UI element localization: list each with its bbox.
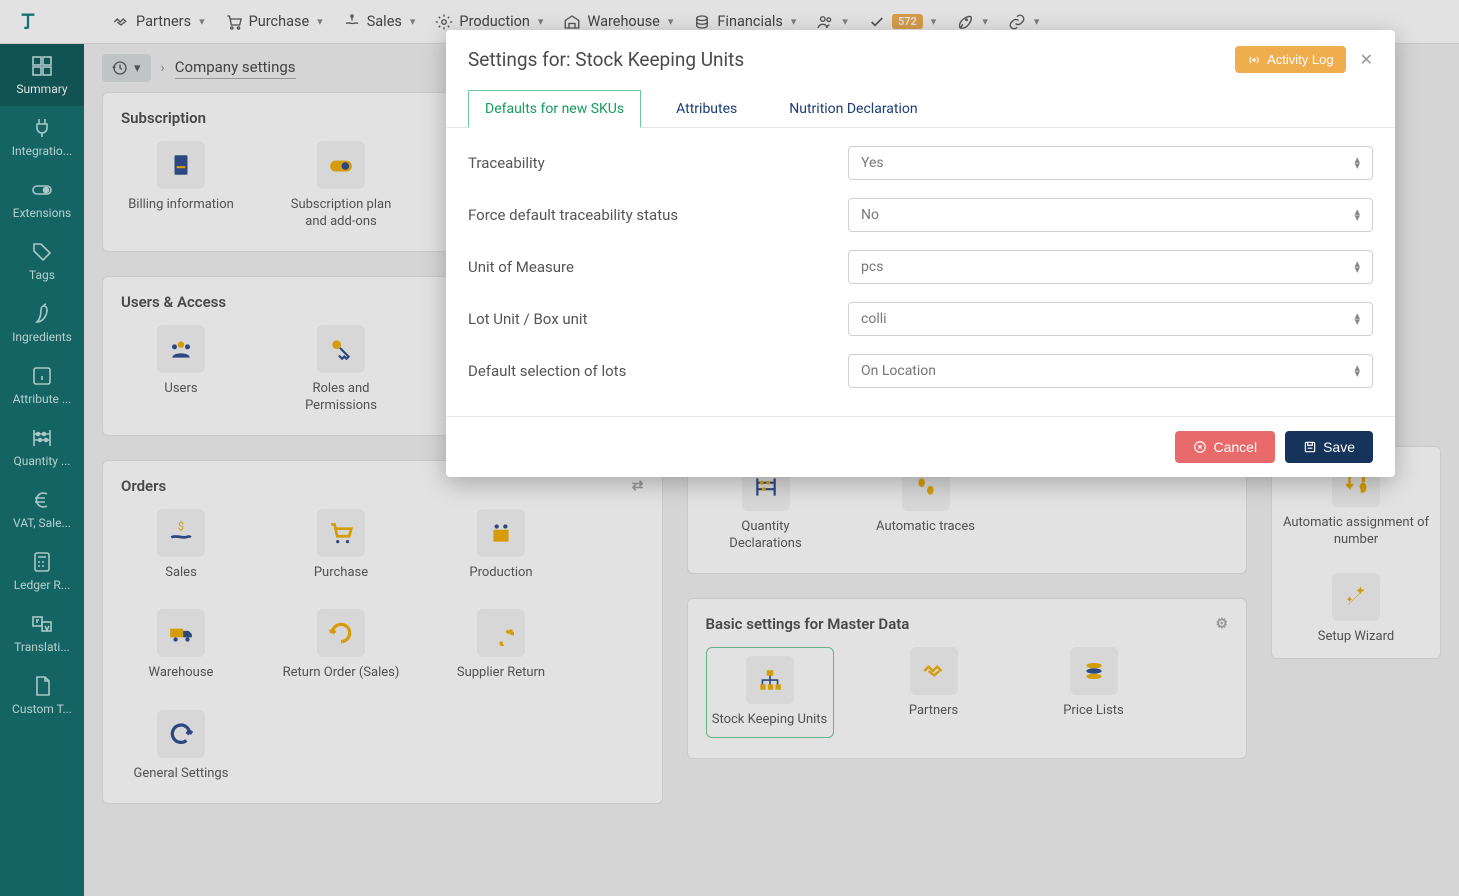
select-chevron-icon: ▴▾ xyxy=(1354,365,1360,377)
field-label: Force default traceability status xyxy=(468,206,828,224)
close-button[interactable]: ✕ xyxy=(1360,50,1373,70)
select-value: No xyxy=(861,207,879,223)
field-label: Default selection of lots xyxy=(468,362,828,380)
field-label: Unit of Measure xyxy=(468,258,828,276)
modal-title: Settings for: Stock Keeping Units xyxy=(468,48,744,71)
traceability-select[interactable]: Yes ▴▾ xyxy=(848,146,1373,180)
save-icon xyxy=(1303,440,1317,454)
select-chevron-icon: ▴▾ xyxy=(1354,209,1360,221)
uom-select[interactable]: pcs ▴▾ xyxy=(848,250,1373,284)
button-label: Activity Log xyxy=(1267,52,1333,67)
select-chevron-icon: ▴▾ xyxy=(1354,157,1360,169)
select-value: Yes xyxy=(861,155,884,171)
tab-attributes[interactable]: Attributes xyxy=(659,90,754,128)
close-icon: ✕ xyxy=(1360,52,1373,69)
modal-body: Traceability Yes ▴▾ Force default tracea… xyxy=(446,128,1395,416)
button-label: Save xyxy=(1323,439,1355,455)
lot-selection-select[interactable]: On Location ▴▾ xyxy=(848,354,1373,388)
tab-defaults[interactable]: Defaults for new SKUs xyxy=(468,90,641,128)
save-button[interactable]: Save xyxy=(1285,431,1373,463)
lot-unit-select[interactable]: colli ▴▾ xyxy=(848,302,1373,336)
broadcast-icon xyxy=(1247,53,1261,67)
select-value: colli xyxy=(861,311,887,327)
select-chevron-icon: ▴▾ xyxy=(1354,261,1360,273)
field-label: Lot Unit / Box unit xyxy=(468,310,828,328)
tab-nutrition[interactable]: Nutrition Declaration xyxy=(772,90,934,128)
select-chevron-icon: ▴▾ xyxy=(1354,313,1360,325)
force-traceability-select[interactable]: No ▴▾ xyxy=(848,198,1373,232)
cancel-circle-icon xyxy=(1193,440,1207,454)
field-label: Traceability xyxy=(468,154,828,172)
modal-tabs: Defaults for new SKUs Attributes Nutriti… xyxy=(446,89,1395,128)
select-value: On Location xyxy=(861,363,936,379)
select-value: pcs xyxy=(861,259,883,275)
activity-log-button[interactable]: Activity Log xyxy=(1235,46,1345,73)
settings-modal: Settings for: Stock Keeping Units Activi… xyxy=(446,30,1395,477)
cancel-button[interactable]: Cancel xyxy=(1175,431,1275,463)
button-label: Cancel xyxy=(1213,439,1257,455)
